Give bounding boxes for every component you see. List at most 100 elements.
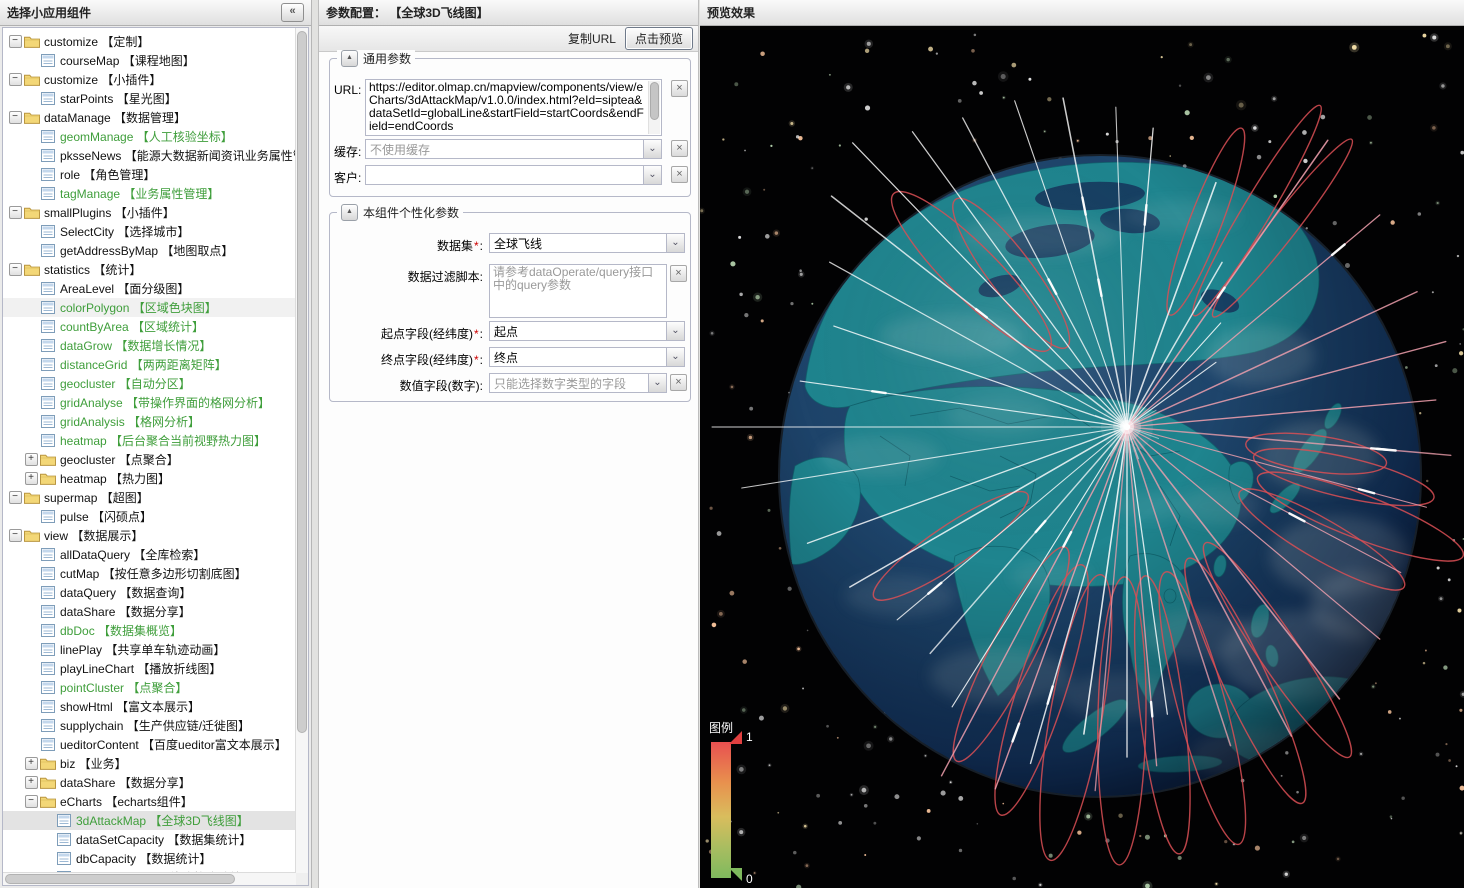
collapse-toggle-icon[interactable]: − xyxy=(9,263,22,276)
tree-vertical-scrollbar[interactable] xyxy=(295,28,308,873)
tree-leaf-row[interactable]: geocluster 【自动分区】 xyxy=(3,374,296,393)
cache-label: 缓存: xyxy=(334,143,361,160)
folder-icon xyxy=(39,795,57,808)
expand-toggle-icon[interactable]: + xyxy=(25,757,38,770)
tree-leaf-row[interactable]: ueditorContent 【百度ueditor富文本展示】 xyxy=(3,735,296,754)
tree-leaf-row[interactable]: colorPolygon 【区域色块图】 xyxy=(3,298,296,317)
param-toolbar: 复制URL 点击预览 xyxy=(319,26,698,52)
dropdown-icon[interactable]: ⌄ xyxy=(666,322,684,340)
tree-leaf-row[interactable]: starPoints 【星光图】 xyxy=(3,89,296,108)
collapse-toggle-icon[interactable]: − xyxy=(9,35,22,48)
tree-leaf-row[interactable]: linePlay 【共享单车轨迹动画】 xyxy=(3,640,296,659)
url-input[interactable]: https://editor.olmap.cn/mapview/componen… xyxy=(365,79,662,136)
tree-leaf-row[interactable]: playLineChart 【播放折线图】 xyxy=(3,659,296,678)
tree-leaf-row[interactable]: role 【角色管理】 xyxy=(3,165,296,184)
panel-collapse-button[interactable]: « xyxy=(281,3,304,22)
expand-toggle-icon[interactable]: + xyxy=(25,453,38,466)
client-clear-button[interactable]: × xyxy=(671,166,688,183)
tree-leaf-row[interactable]: gridAnalyse 【带操作界面的格网分析】 xyxy=(3,393,296,412)
tree-leaf-row[interactable]: allDataQuery 【全库检索】 xyxy=(3,545,296,564)
tree-leaf-row[interactable]: cutMap 【按任意多边形切割底图】 xyxy=(3,564,296,583)
param-config-panel: 参数配置： 【全球3D飞线图】 复制URL 点击预览 ▲ 通用参数 URL: h… xyxy=(318,0,699,888)
tree-folder-row[interactable]: − supermap 【超图】 xyxy=(3,488,296,507)
numeric-clear-button[interactable]: × xyxy=(670,374,687,391)
tree-leaf-row[interactable]: AreaLevel 【面分级图】 xyxy=(3,279,296,298)
cache-select[interactable]: 不使用缓存 ⌄ xyxy=(365,139,662,159)
tree-leaf-row[interactable]: getAddressByMap 【地图取点】 xyxy=(3,241,296,260)
tree-leaf-row[interactable]: dbDoc 【数据集概览】 xyxy=(3,621,296,640)
end-field-select[interactable]: 终点 ⌄ xyxy=(489,347,685,367)
expand-toggle-icon[interactable]: + xyxy=(25,472,38,485)
client-select[interactable]: ⌄ xyxy=(365,165,662,185)
tree-folder-row[interactable]: −smallPlugins 【小插件】 xyxy=(3,203,296,222)
tree-horizontal-scrollbar[interactable] xyxy=(3,872,296,885)
tree-leaf-row[interactable]: dataGrow 【数据增长情况】 xyxy=(3,336,296,355)
start-field-select[interactable]: 起点 ⌄ xyxy=(489,321,685,341)
tree-leaf-row[interactable]: pulse 【闪硕点】 xyxy=(3,507,296,526)
copy-url-button[interactable]: 复制URL xyxy=(568,30,616,47)
tree-item-label: supermap 【超图】 xyxy=(41,489,149,506)
end-field-value: 终点 xyxy=(494,349,518,366)
tree-folder-row[interactable]: +dataShare 【数据分享】 xyxy=(3,773,296,792)
tree-leaf-row[interactable]: showHtml 【富文本展示】 xyxy=(3,697,296,716)
tree-leaf-row[interactable]: dataQuery 【数据查询】 xyxy=(3,583,296,602)
tree-vertical-scrollbar-thumb[interactable] xyxy=(297,31,307,733)
collapse-toggle-icon[interactable]: − xyxy=(9,206,22,219)
tree-leaf-row[interactable]: distanceGrid 【两两距离矩阵】 xyxy=(3,355,296,374)
dropdown-icon[interactable]: ⌄ xyxy=(648,374,666,392)
tree-folder-row[interactable]: −dataManage 【数据管理】 xyxy=(3,108,296,127)
tree-leaf-row[interactable]: geomManage 【人工核验坐标】 xyxy=(3,127,296,146)
component-icon xyxy=(39,586,57,599)
cache-clear-button[interactable]: × xyxy=(671,140,688,157)
numeric-field-select[interactable]: 只能选择数字类型的字段 ⌄ xyxy=(489,373,667,393)
tree-leaf-row[interactable]: dataSetCapacity 【数据集统计】 xyxy=(3,830,296,849)
expand-toggle-icon[interactable]: + xyxy=(25,776,38,789)
tree-leaf-row[interactable]: heatmap 【后台聚合当前视野热力图】 xyxy=(3,431,296,450)
url-scrollbar-thumb[interactable] xyxy=(650,82,659,120)
tree-item-label: statistics 【统计】 xyxy=(41,261,141,278)
tree-leaf-row[interactable]: dbCapacity 【数据统计】 xyxy=(3,849,296,868)
tree-leaf-row[interactable]: courseMap 【课程地图】 xyxy=(3,51,296,70)
filter-script-input[interactable]: 请参考dataOperate/query接口中的query参数 xyxy=(489,264,667,318)
filter-clear-button[interactable]: × xyxy=(670,265,687,282)
dropdown-icon[interactable]: ⌄ xyxy=(643,166,661,184)
collapse-toggle-icon[interactable]: − xyxy=(25,795,38,808)
collapse-toggle-icon[interactable]: − xyxy=(9,491,22,504)
collapse-toggle-icon[interactable]: − xyxy=(9,111,22,124)
legend-max-label: 1 xyxy=(746,730,753,744)
dropdown-icon[interactable]: ⌄ xyxy=(666,234,684,252)
url-clear-button[interactable]: × xyxy=(671,80,688,97)
required-mark: * xyxy=(473,327,480,341)
preview-viewport[interactable]: 图例 1 0 xyxy=(700,26,1464,888)
dropdown-icon[interactable]: ⌄ xyxy=(643,140,661,158)
preview-button[interactable]: 点击预览 xyxy=(625,27,693,50)
tree-leaf-row[interactable]: dataShare 【数据分享】 xyxy=(3,602,296,621)
tree-folder-row[interactable]: − statistics 【统计】 xyxy=(3,260,296,279)
tree-folder-row[interactable]: + heatmap 【热力图】 xyxy=(3,469,296,488)
tree-leaf-row[interactable]: SelectCity 【选择城市】 xyxy=(3,222,296,241)
component-icon xyxy=(39,567,57,580)
url-scrollbar[interactable] xyxy=(648,81,660,134)
tree-leaf-row[interactable]: countByArea 【区域统计】 xyxy=(3,317,296,336)
fieldset-collapse-icon[interactable]: ▲ xyxy=(341,204,358,221)
tree-leaf-row[interactable]: tagManage 【业务属性管理】 xyxy=(3,184,296,203)
tree-leaf-row[interactable]: gridAnalysis 【格网分析】 xyxy=(3,412,296,431)
tree-leaf-row[interactable]: supplychain 【生产供应链/迁徙图】 xyxy=(3,716,296,735)
tree-horizontal-scrollbar-thumb[interactable] xyxy=(5,874,235,884)
tree-leaf-row[interactable]: pointCluster 【点聚合】 xyxy=(3,678,296,697)
collapse-toggle-icon[interactable]: − xyxy=(9,73,22,86)
tree-folder-row[interactable]: −view 【数据展示】 xyxy=(3,526,296,545)
collapse-toggle-icon[interactable]: − xyxy=(9,529,22,542)
tree-folder-row[interactable]: −eCharts 【echarts组件】 xyxy=(3,792,296,811)
tree-folder-row[interactable]: −customize 【定制】 xyxy=(3,32,296,51)
tree-item-label: heatmap 【热力图】 xyxy=(57,470,170,487)
dropdown-icon[interactable]: ⌄ xyxy=(666,348,684,366)
dataset-select[interactable]: 全球飞线 ⌄ xyxy=(489,233,685,253)
tree-leaf-row[interactable]: pksseNews 【能源大数据新闻资讯业务属性管理】 xyxy=(3,146,296,165)
tree-folder-row[interactable]: +geocluster 【点聚合】 xyxy=(3,450,296,469)
component-icon xyxy=(39,662,57,675)
tree-folder-row[interactable]: +biz 【业务】 xyxy=(3,754,296,773)
tree-leaf-row[interactable]: 3dAttackMap 【全球3D飞线图】 xyxy=(3,811,296,830)
tree-folder-row[interactable]: −customize 【小插件】 xyxy=(3,70,296,89)
fieldset-collapse-icon[interactable]: ▲ xyxy=(341,50,358,67)
